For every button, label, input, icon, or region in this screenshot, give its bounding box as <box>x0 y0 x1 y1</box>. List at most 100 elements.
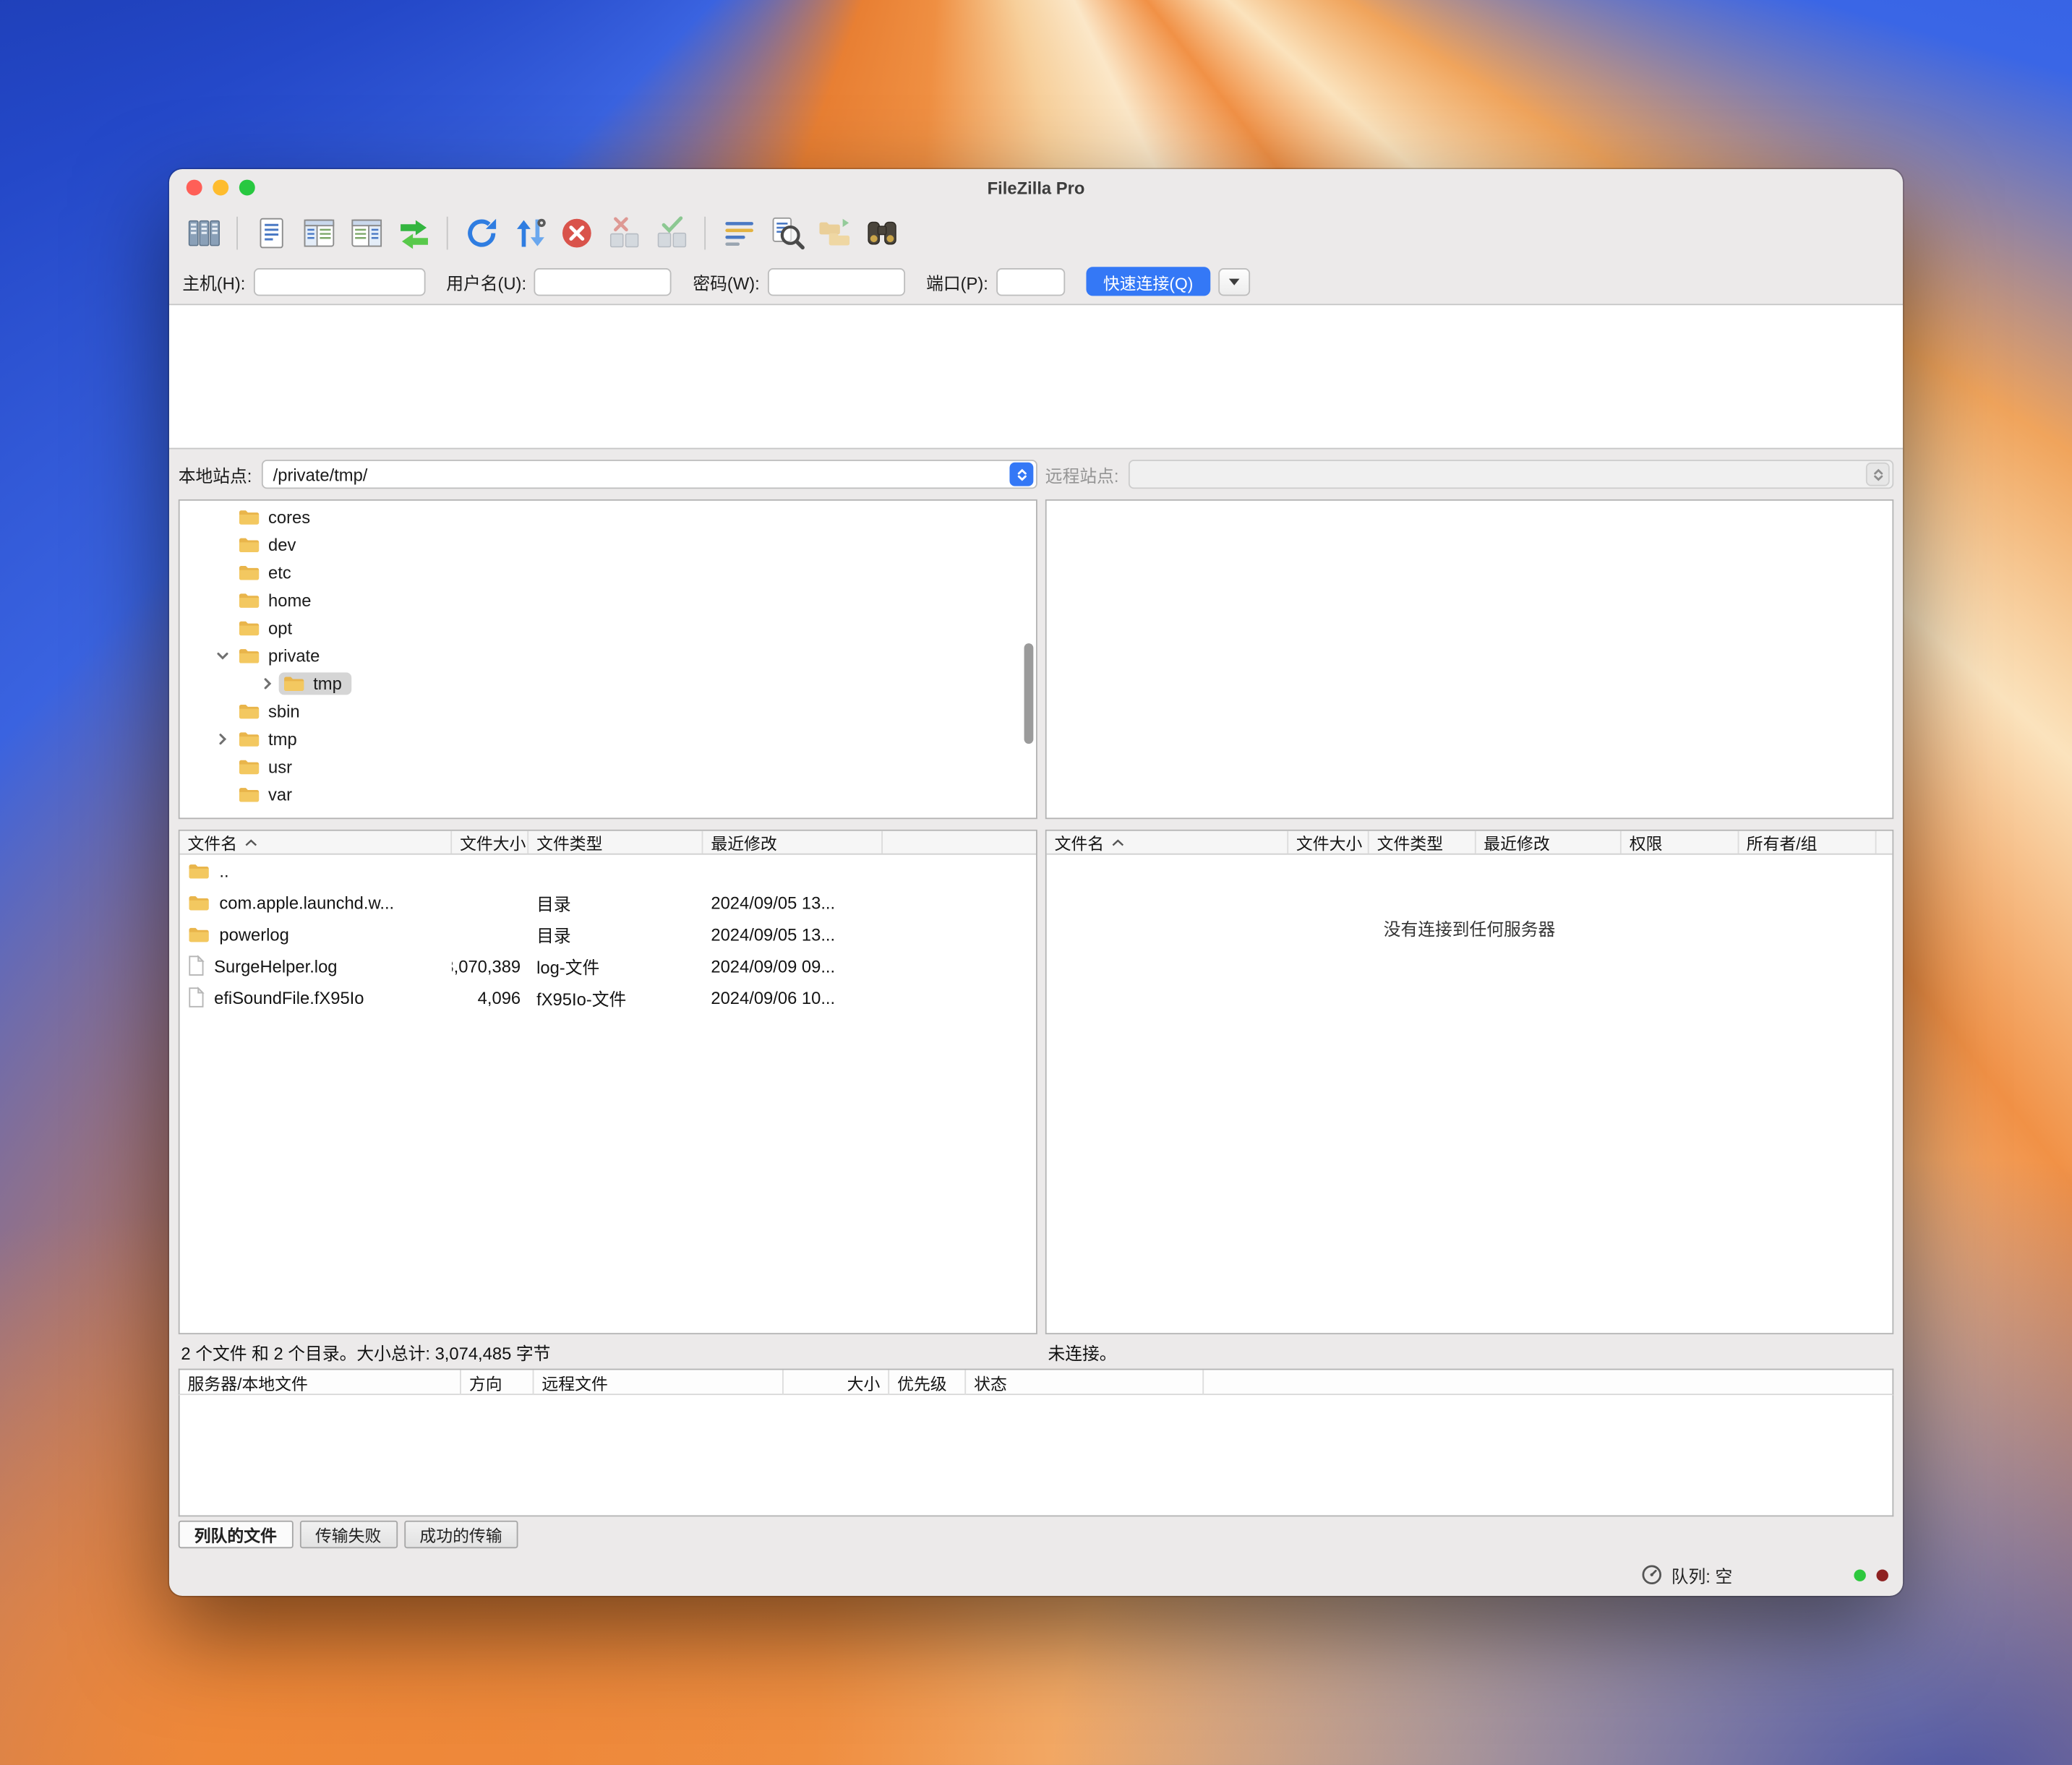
local-list-header: 文件名 文件大小 文件类型 最近修改 <box>180 831 1036 855</box>
titlebar: FileZilla Pro <box>169 169 1903 206</box>
quickconnect-button[interactable]: 快速连接(Q) <box>1086 267 1210 296</box>
pane-splitter[interactable] <box>169 819 1903 830</box>
tree-item-private[interactable]: private <box>180 642 1036 669</box>
local-site-combo[interactable]: /private/tmp/ <box>261 460 1037 489</box>
toggle-message-log-button[interactable] <box>247 210 295 255</box>
tree-item-opt[interactable]: opt <box>180 614 1036 642</box>
disconnect-button[interactable] <box>600 210 648 255</box>
tab-queued-files[interactable]: 列队的文件 <box>179 1521 293 1548</box>
reconnect-button[interactable] <box>648 210 695 255</box>
quickconnect-dropdown-button[interactable] <box>1218 267 1250 295</box>
local-site-label: 本地站点: <box>179 462 252 487</box>
tree-item-usr[interactable]: usr <box>180 753 1036 781</box>
password-input[interactable] <box>768 267 905 295</box>
folder-icon <box>238 786 260 804</box>
queue-col-priority[interactable]: 优先级 <box>889 1370 966 1395</box>
quickconnect-bar: 主机(H): 用户名(U): 密码(W): 端口(P): 快速连接(Q) <box>169 259 1903 304</box>
filter-icon <box>719 213 758 252</box>
remote-col-permissions[interactable]: 权限 <box>1622 831 1739 854</box>
file-row[interactable]: com.apple.launchd.w...目录2024/09/05 13... <box>180 886 1036 918</box>
tree-item-tmp[interactable]: tmp <box>180 670 1036 697</box>
toggle-transfer-queue-button[interactable] <box>390 210 437 255</box>
minimize-button[interactable] <box>213 180 228 196</box>
file-modified-cell: 2024/09/05 13... <box>703 924 883 944</box>
directory-filter-button[interactable] <box>715 210 763 255</box>
tab-failed-transfers[interactable]: 传输失败 <box>299 1521 397 1548</box>
tree-scrollbar-thumb[interactable] <box>1024 643 1034 744</box>
folder-icon <box>238 509 260 526</box>
directory-comparison-button[interactable] <box>857 210 905 255</box>
remote-directory-tree <box>1045 499 1893 819</box>
tree-band: coresdevetchomeoptprivatetmpsbintmpusrva… <box>169 499 1903 819</box>
chevron-down-icon[interactable] <box>211 647 234 666</box>
chevron-spacer <box>211 757 234 776</box>
remote-col-owner[interactable]: 所有者/组 <box>1739 831 1877 854</box>
file-row[interactable]: efiSoundFile.fX95Io4,096fX95Io-文件2024/09… <box>180 982 1036 1013</box>
local-col-filesize[interactable]: 文件大小 <box>452 831 528 854</box>
tree-item-tmp[interactable]: tmp <box>180 725 1036 752</box>
tree-item-cores[interactable]: cores <box>180 503 1036 531</box>
queue-col-size[interactable]: 大小 <box>784 1370 889 1395</box>
folder-icon <box>238 758 260 776</box>
local-site-path: /private/tmp/ <box>273 464 368 484</box>
tree-item-home[interactable]: home <box>180 587 1036 614</box>
file-row[interactable]: powerlog目录2024/09/05 13... <box>180 918 1036 950</box>
remote-site-label: 远程站点: <box>1045 462 1119 487</box>
tree-item-etc[interactable]: etc <box>180 559 1036 586</box>
file-name-cell: com.apple.launchd.w... <box>180 893 453 912</box>
file-list-band: 文件名 文件大小 文件类型 最近修改 ..com.apple.launchd.w… <box>169 830 1903 1334</box>
search-icon <box>767 213 805 252</box>
refresh-icon <box>462 213 500 252</box>
local-directory-tree: coresdevetchomeoptprivatetmpsbintmpusrva… <box>179 499 1037 819</box>
tab-successful-transfers[interactable]: 成功的传输 <box>403 1521 518 1548</box>
tree-item-var[interactable]: var <box>180 781 1036 808</box>
folder-icon <box>238 648 260 665</box>
file-row[interactable]: SurgeHelper.log3,070,389log-文件2024/09/09… <box>180 950 1036 982</box>
chevron-spacer <box>211 508 234 527</box>
synchronized-browsing-button[interactable] <box>810 210 857 255</box>
queue-col-status[interactable]: 状态 <box>966 1370 1204 1395</box>
queue-col-direction[interactable]: 方向 <box>461 1370 534 1395</box>
filezilla-window: FileZilla Pro <box>169 169 1903 1596</box>
tree-item-label: home <box>268 591 311 610</box>
process-queue-button[interactable] <box>505 210 552 255</box>
site-path-row: 本地站点: /private/tmp/ 远程站点: <box>169 449 1903 499</box>
tree-item-dev[interactable]: dev <box>180 531 1036 559</box>
local-col-filetype[interactable]: 文件类型 <box>528 831 703 854</box>
zoom-button[interactable] <box>239 180 255 196</box>
file-search-button[interactable] <box>763 210 810 255</box>
tree-item-label: cores <box>268 507 310 527</box>
toggle-remote-tree-button[interactable] <box>342 210 390 255</box>
local-col-modified[interactable]: 最近修改 <box>703 831 883 854</box>
local-status-text: 2 个文件 和 2 个目录。大小总计: 3,074,485 字节 <box>179 1339 1037 1364</box>
tree-item-sbin[interactable]: sbin <box>180 697 1036 725</box>
toggle-local-tree-button[interactable] <box>295 210 343 255</box>
remote-col-filesize[interactable]: 文件大小 <box>1288 831 1369 854</box>
site-manager-button[interactable] <box>180 210 228 255</box>
username-input[interactable] <box>534 267 672 295</box>
file-name: powerlog <box>219 924 288 944</box>
cancel-operation-button[interactable] <box>552 210 600 255</box>
chevron-spacer <box>211 591 234 610</box>
file-modified-cell: 2024/09/09 09... <box>703 955 883 975</box>
message-log-area <box>169 304 1903 449</box>
sort-asc-icon <box>1110 838 1123 846</box>
refresh-button[interactable] <box>457 210 505 255</box>
local-col-filename[interactable]: 文件名 <box>180 831 453 854</box>
queue-header: 服务器/本地文件 方向 远程文件 大小 优先级 状态 <box>179 1369 1894 1396</box>
port-input[interactable] <box>996 267 1065 295</box>
queue-col-remote-file[interactable]: 远程文件 <box>534 1370 783 1395</box>
file-row[interactable]: .. <box>180 855 1036 887</box>
queue-col-server-local-file[interactable]: 服务器/本地文件 <box>180 1370 461 1395</box>
chevron-right-icon[interactable] <box>257 674 279 693</box>
remote-col-modified[interactable]: 最近修改 <box>1476 831 1621 854</box>
pane-status-band: 2 个文件 和 2 个目录。大小总计: 3,074,485 字节 未连接。 <box>169 1334 1903 1369</box>
close-button[interactable] <box>187 180 202 196</box>
local-site-dropdown-button[interactable] <box>1009 463 1033 486</box>
host-input[interactable] <box>253 267 425 295</box>
file-type-cell: log-文件 <box>528 953 703 979</box>
remote-col-filetype[interactable]: 文件类型 <box>1369 831 1476 854</box>
remote-site-combo <box>1128 460 1893 489</box>
remote-col-filename[interactable]: 文件名 <box>1047 831 1288 854</box>
chevron-right-icon[interactable] <box>211 730 234 749</box>
